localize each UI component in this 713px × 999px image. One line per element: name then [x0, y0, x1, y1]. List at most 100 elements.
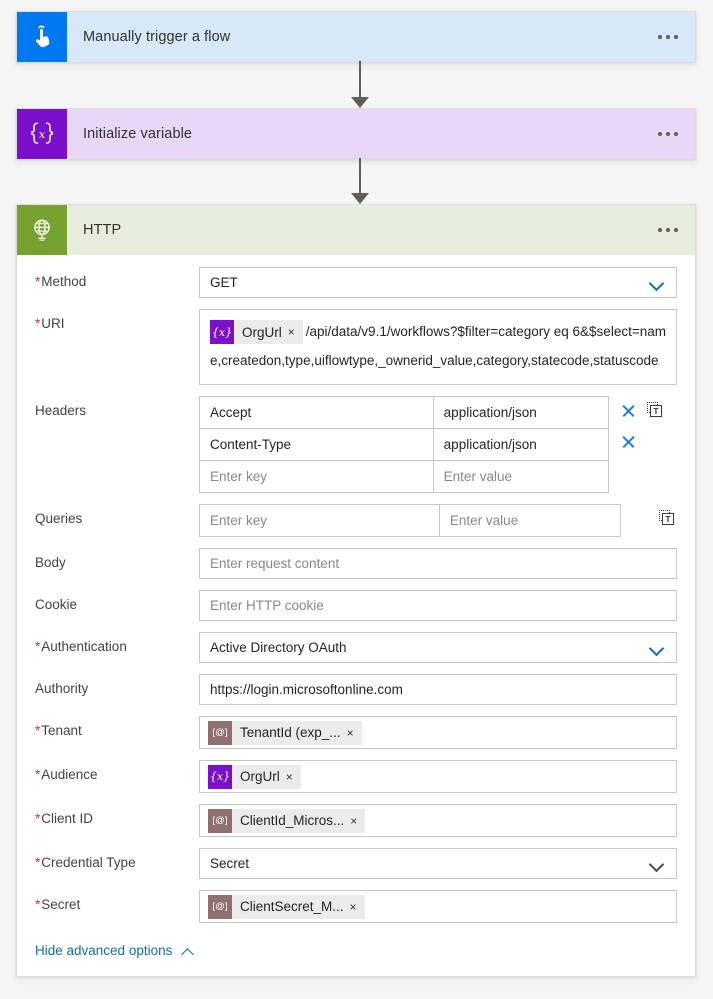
credential-type-value: Secret — [210, 856, 250, 871]
field-row-client-id: *Client ID [@] ClientId_Micros... × — [35, 804, 677, 837]
field-label-tenant: *Tenant — [35, 723, 82, 738]
required-marker: * — [35, 767, 41, 782]
field-row-secret: *Secret [@] ClientSecret_M... × — [35, 890, 677, 923]
field-control: GET — [199, 267, 677, 298]
header-key-input[interactable]: Content-Type — [199, 428, 434, 461]
header-value-input[interactable]: application/json — [432, 428, 610, 461]
dot — [674, 228, 678, 232]
hide-advanced-options-link[interactable]: Hide advanced options — [35, 943, 677, 958]
flow-node-header: x Initialize variable — [17, 109, 695, 159]
token-remove-icon[interactable]: × — [286, 770, 301, 784]
token-label: TenantId (exp_... — [240, 725, 341, 740]
flow-node-http[interactable]: HTTP *Method GET *URI {x} OrgUrl × /api/… — [16, 204, 696, 977]
headers-row-1-tools: T — [621, 396, 663, 427]
field-row-authority: Authority https://login.microsoftonline.… — [35, 674, 677, 705]
token-chip-orgurl[interactable]: {x} OrgUrl × — [208, 764, 301, 789]
field-label-client-id: *Client ID — [35, 811, 94, 826]
method-dropdown[interactable]: GET — [199, 267, 677, 298]
token-chip-tenantid[interactable]: [@] TenantId (exp_... × — [208, 720, 362, 745]
queries-table-wrap: Enter key Enter value — [199, 504, 622, 537]
flow-node-header: HTTP — [17, 205, 695, 255]
method-value: GET — [210, 275, 238, 290]
field-control: Enter key Enter value T — [199, 504, 677, 537]
flow-node-more-button[interactable] — [641, 205, 695, 255]
uri-input[interactable]: {x} OrgUrl × /api/data/v9.1/workflows?$f… — [199, 309, 677, 385]
globe-icon — [17, 205, 67, 255]
flow-node-more-button[interactable] — [641, 109, 695, 159]
query-value-input[interactable]: Enter value — [438, 504, 622, 537]
secret-input[interactable]: [@] ClientSecret_M... × — [199, 890, 677, 923]
token-chip-clientid[interactable]: [@] ClientId_Micros... × — [208, 808, 366, 833]
switch-to-text-mode-icon[interactable]: T — [659, 510, 675, 527]
field-label-authority: Authority — [35, 681, 89, 696]
field-label-method: *Method — [35, 274, 87, 289]
manual-trigger-hand-icon — [17, 12, 67, 62]
cookie-input[interactable]: Enter HTTP cookie — [199, 590, 677, 621]
field-label-cookie: Cookie — [35, 597, 78, 612]
field-label-headers: Headers — [35, 403, 87, 418]
token-remove-icon[interactable]: × — [347, 726, 362, 740]
header-value-input[interactable]: Enter value — [432, 460, 610, 493]
tenant-input[interactable]: [@] TenantId (exp_... × — [199, 716, 677, 749]
authority-input[interactable]: https://login.microsoftonline.com — [199, 674, 677, 705]
headers-row-2-tools — [621, 427, 636, 458]
flow-node-header: Manually trigger a flow — [17, 12, 695, 62]
table-row: Content-Type application/json — [199, 428, 610, 461]
variable-token-icon: {x} — [208, 764, 232, 789]
required-marker: * — [35, 723, 41, 738]
headers-row-tools: T — [609, 396, 677, 458]
flow-node-more-button[interactable] — [641, 12, 695, 62]
body-input[interactable]: Enter request content — [199, 548, 677, 579]
authentication-value: Active Directory OAuth — [210, 640, 347, 655]
token-label: ClientSecret_M... — [240, 899, 344, 914]
switch-to-text-mode-icon[interactable]: T — [647, 402, 663, 419]
dot — [674, 132, 678, 136]
chevron-down-icon — [649, 278, 664, 287]
flow-node-initialize-variable[interactable]: x Initialize variable — [16, 108, 696, 160]
field-row-headers: Headers Accept application/json Content-… — [35, 396, 677, 493]
dot — [666, 228, 670, 232]
close-icon[interactable] — [621, 403, 636, 420]
token-chip-clientsecret[interactable]: [@] ClientSecret_M... × — [208, 894, 365, 919]
client-id-input[interactable]: [@] ClientId_Micros... × — [199, 804, 677, 837]
dot — [658, 228, 662, 232]
token-label: ClientId_Micros... — [240, 813, 345, 828]
flow-node-title: Manually trigger a flow — [83, 29, 231, 45]
required-marker: * — [35, 639, 41, 654]
field-row-authentication: *Authentication Active Directory OAuth — [35, 632, 677, 663]
field-row-tenant: *Tenant [@] TenantId (exp_... × — [35, 716, 677, 749]
field-control: Secret — [199, 848, 677, 879]
required-marker: * — [35, 897, 41, 912]
token-chip-orgurl[interactable]: {x} OrgUrl × — [210, 320, 303, 345]
token-remove-icon[interactable]: × — [350, 900, 365, 914]
header-key-input[interactable]: Accept — [199, 396, 434, 429]
query-key-input[interactable]: Enter key — [199, 504, 440, 537]
flow-node-manual-trigger[interactable]: Manually trigger a flow — [16, 11, 696, 63]
token-remove-icon[interactable]: × — [350, 814, 365, 828]
required-marker: * — [35, 855, 41, 870]
audience-input[interactable]: {x} OrgUrl × — [199, 760, 677, 793]
connector-arrowhead — [351, 193, 369, 204]
field-control: Active Directory OAuth — [199, 632, 677, 663]
dot — [658, 132, 662, 136]
field-control: [@] ClientId_Micros... × — [199, 804, 677, 837]
connector-line — [359, 61, 361, 99]
field-control: https://login.microsoftonline.com — [199, 674, 677, 705]
field-row-method: *Method GET — [35, 267, 677, 298]
token-label: OrgUrl — [240, 769, 280, 784]
field-control: {x} OrgUrl × — [199, 760, 677, 793]
field-label-uri: *URI — [35, 316, 65, 331]
close-icon[interactable] — [621, 434, 636, 451]
field-label-body: Body — [35, 555, 66, 570]
credential-type-dropdown[interactable]: Secret — [199, 848, 677, 879]
dot — [658, 35, 662, 39]
token-remove-icon[interactable]: × — [288, 325, 303, 339]
header-value-input[interactable]: application/json — [432, 396, 610, 429]
queries-table: Enter key Enter value — [199, 504, 622, 537]
required-marker: * — [35, 811, 41, 826]
variable-braces-icon: x — [17, 109, 67, 159]
header-key-input[interactable]: Enter key — [199, 460, 434, 493]
field-row-body: Body Enter request content — [35, 548, 677, 579]
authentication-dropdown[interactable]: Active Directory OAuth — [199, 632, 677, 663]
field-label-secret: *Secret — [35, 897, 81, 912]
